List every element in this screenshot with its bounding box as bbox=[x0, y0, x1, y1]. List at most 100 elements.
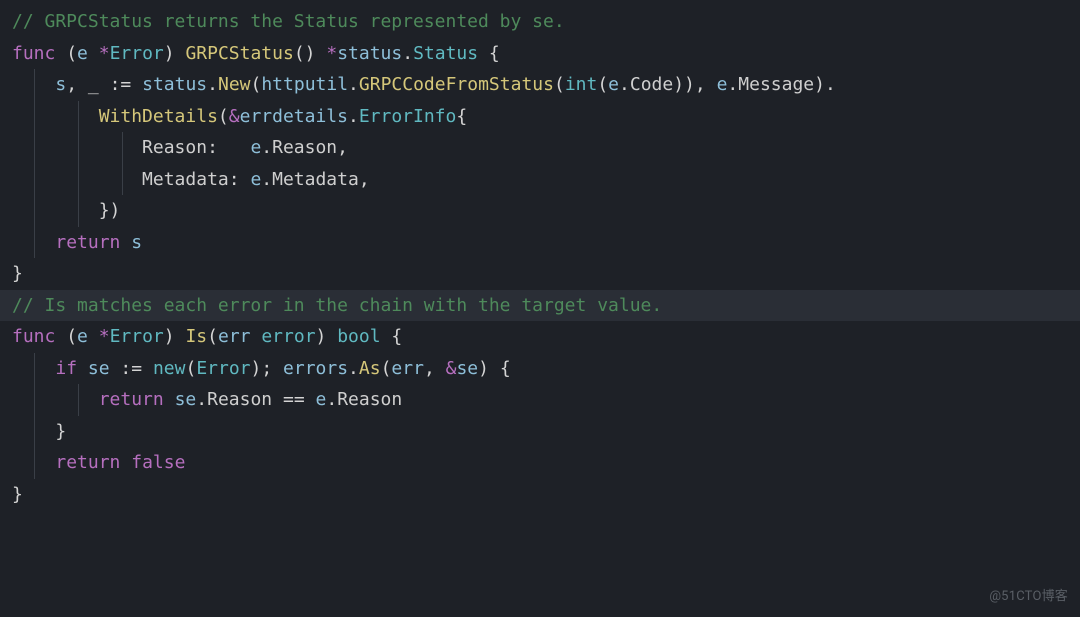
code-token: . bbox=[261, 137, 272, 158]
code-token: e bbox=[608, 74, 619, 95]
code-token: & bbox=[446, 358, 457, 379]
code-token: * bbox=[99, 43, 110, 64]
code-token bbox=[272, 389, 283, 410]
code-token: e bbox=[717, 74, 728, 95]
code-token bbox=[77, 358, 88, 379]
code-token: Code bbox=[630, 74, 673, 95]
code-token: s bbox=[131, 232, 142, 253]
code-token: Metadata bbox=[142, 169, 229, 190]
code-token: ErrorInfo bbox=[359, 106, 457, 127]
code-line[interactable]: func (e *Error) Is(err error) bool { bbox=[0, 321, 1080, 353]
code-token bbox=[12, 389, 99, 410]
code-token bbox=[120, 232, 131, 253]
code-token: GRPCStatus bbox=[185, 43, 293, 64]
indent-guide bbox=[78, 195, 79, 227]
code-token: ( bbox=[185, 358, 196, 379]
indent-guide bbox=[34, 195, 35, 227]
code-token: e bbox=[316, 389, 327, 410]
code-token: , bbox=[424, 358, 446, 379]
indent-guide bbox=[78, 384, 79, 416]
code-token: err bbox=[391, 358, 424, 379]
code-line[interactable]: } bbox=[0, 258, 1080, 290]
code-token: As bbox=[359, 358, 381, 379]
code-line[interactable]: s, _ := status.New(httputil.GRPCCodeFrom… bbox=[0, 69, 1080, 101]
code-token: , bbox=[359, 169, 370, 190]
code-token: status bbox=[337, 43, 402, 64]
code-line[interactable]: // GRPCStatus returns the Status represe… bbox=[0, 6, 1080, 38]
indent-guide bbox=[78, 101, 79, 133]
code-token: // Is matches each error in the chain wi… bbox=[12, 295, 662, 316]
code-token: . bbox=[207, 74, 218, 95]
code-token: Error bbox=[110, 43, 164, 64]
code-token: } bbox=[12, 263, 23, 284]
code-token: . bbox=[261, 169, 272, 190]
code-token: . bbox=[348, 358, 359, 379]
indent-guide bbox=[34, 384, 35, 416]
code-token: return bbox=[55, 452, 120, 473]
code-line[interactable]: return false bbox=[0, 447, 1080, 479]
code-token: httputil bbox=[261, 74, 348, 95]
code-token: int bbox=[565, 74, 598, 95]
code-token: )), bbox=[673, 74, 716, 95]
code-line[interactable]: // Is matches each error in the chain wi… bbox=[0, 290, 1080, 322]
code-line[interactable]: } bbox=[0, 416, 1080, 448]
code-token: ) bbox=[164, 43, 186, 64]
code-line[interactable]: WithDetails(&errdetails.ErrorInfo{ bbox=[0, 101, 1080, 133]
code-token: errdetails bbox=[240, 106, 348, 127]
code-line[interactable]: }) bbox=[0, 195, 1080, 227]
code-token: ( bbox=[207, 326, 218, 347]
code-token: . bbox=[727, 74, 738, 95]
code-token: _ bbox=[88, 74, 99, 95]
code-token: . bbox=[619, 74, 630, 95]
code-token: . bbox=[348, 74, 359, 95]
code-token: Error bbox=[196, 358, 250, 379]
code-token: new bbox=[153, 358, 186, 379]
code-token: errors bbox=[283, 358, 348, 379]
indent-guide bbox=[34, 447, 35, 479]
code-token: Reason bbox=[337, 389, 402, 410]
code-token: e bbox=[250, 169, 261, 190]
code-token: } bbox=[12, 484, 23, 505]
code-token: () bbox=[294, 43, 327, 64]
indent-guide bbox=[34, 353, 35, 385]
code-token: ( bbox=[554, 74, 565, 95]
code-token: New bbox=[218, 74, 251, 95]
indent-guide bbox=[34, 101, 35, 133]
code-line[interactable]: Metadata: e.Metadata, bbox=[0, 164, 1080, 196]
code-token: & bbox=[229, 106, 240, 127]
code-token: if bbox=[55, 358, 77, 379]
indent-guide bbox=[78, 164, 79, 196]
code-token: . bbox=[326, 389, 337, 410]
code-token: e bbox=[77, 326, 88, 347]
code-line[interactable]: if se := new(Error); errors.As(err, &se)… bbox=[0, 353, 1080, 385]
code-token: ( bbox=[597, 74, 608, 95]
code-token: , bbox=[66, 74, 88, 95]
code-token: ( bbox=[55, 326, 77, 347]
code-token bbox=[99, 74, 110, 95]
code-token: se bbox=[175, 389, 197, 410]
indent-guide bbox=[122, 132, 123, 164]
code-token: ( bbox=[381, 358, 392, 379]
code-line[interactable]: func (e *Error) GRPCStatus() *status.Sta… bbox=[0, 38, 1080, 70]
code-line[interactable]: Reason: e.Reason, bbox=[0, 132, 1080, 164]
code-token: err bbox=[218, 326, 251, 347]
code-token: func bbox=[12, 326, 55, 347]
code-token: se bbox=[456, 358, 478, 379]
code-token bbox=[131, 74, 142, 95]
code-line[interactable]: } bbox=[0, 479, 1080, 511]
code-token: status bbox=[142, 74, 207, 95]
code-token: // GRPCStatus returns the Status represe… bbox=[12, 11, 565, 32]
code-token: false bbox=[131, 452, 185, 473]
code-token: { bbox=[381, 326, 403, 347]
code-token bbox=[164, 389, 175, 410]
code-line[interactable]: return s bbox=[0, 227, 1080, 259]
code-token: ( bbox=[55, 43, 77, 64]
code-token bbox=[251, 326, 262, 347]
code-token: e bbox=[77, 43, 88, 64]
code-token bbox=[142, 358, 153, 379]
code-token: ) bbox=[316, 326, 338, 347]
code-token: } bbox=[12, 421, 66, 442]
code-editor[interactable]: // GRPCStatus returns the Status represe… bbox=[0, 6, 1080, 510]
code-token: Status bbox=[413, 43, 478, 64]
code-line[interactable]: return se.Reason == e.Reason bbox=[0, 384, 1080, 416]
